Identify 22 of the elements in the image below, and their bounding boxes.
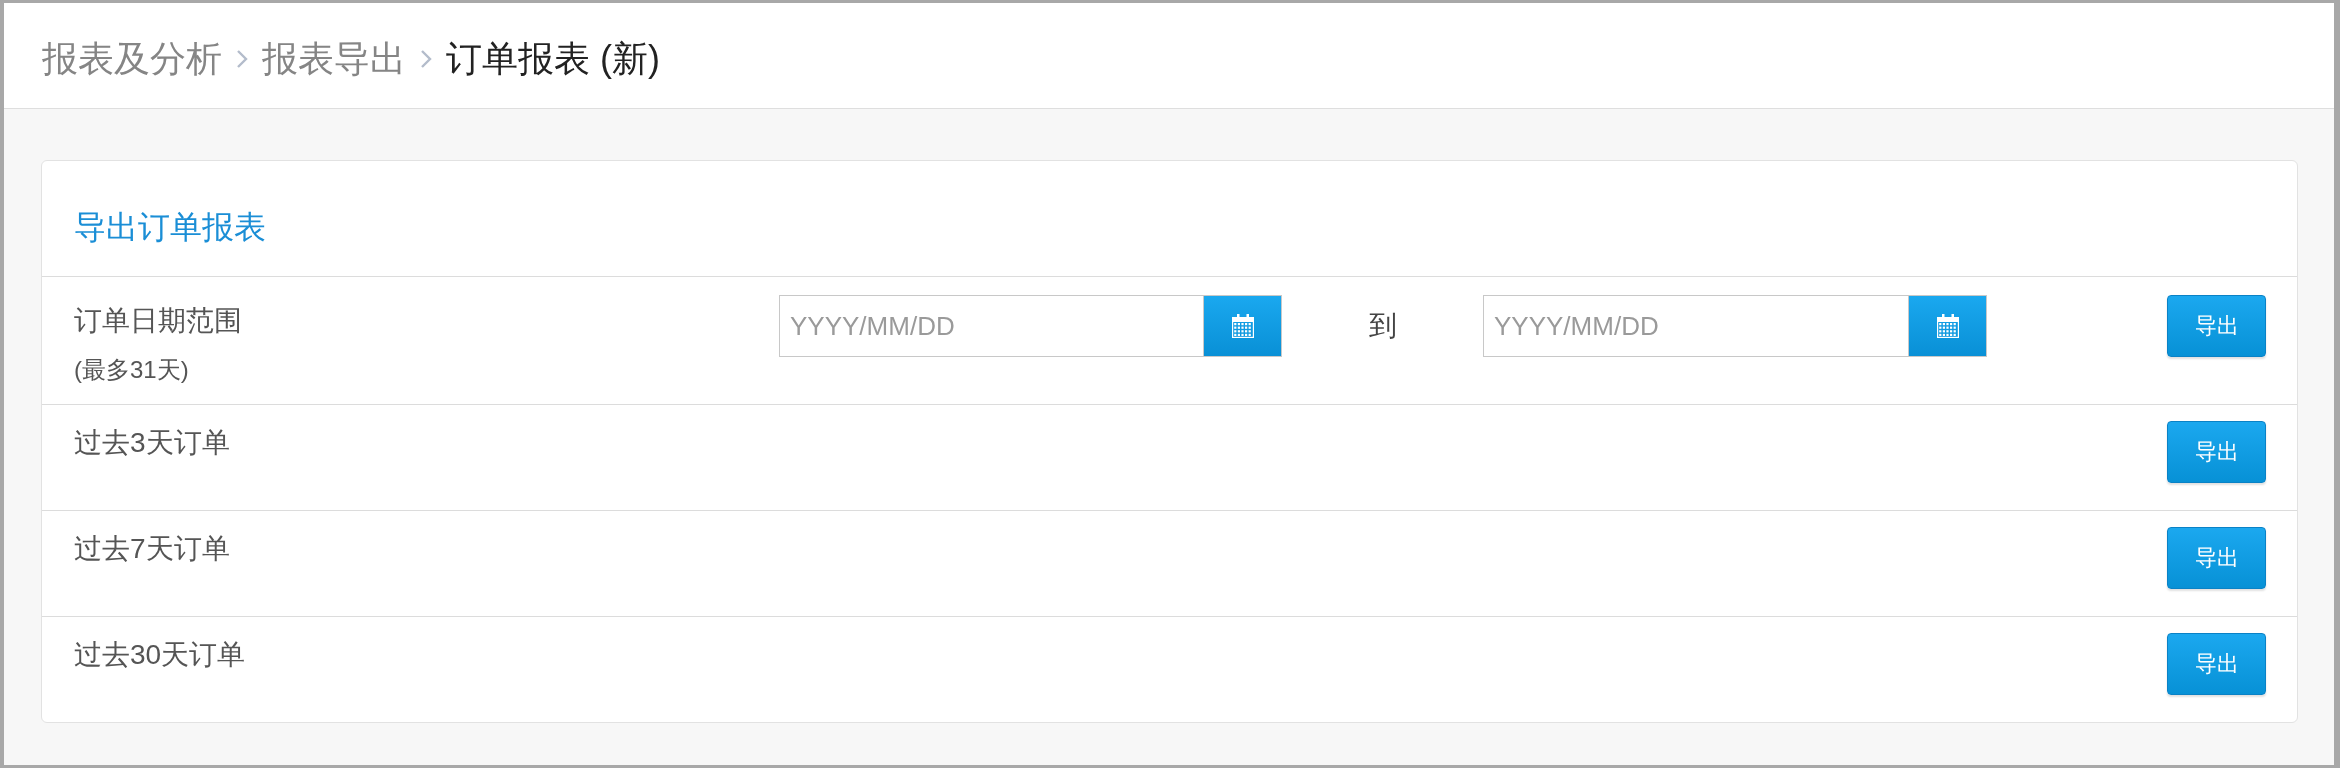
breadcrumb-current: 订单报表 (新) xyxy=(446,36,660,81)
chevron-icon xyxy=(236,48,248,69)
breadcrumb-link[interactable]: 报表及分析 xyxy=(42,36,222,81)
to-label: 到 xyxy=(1368,309,1397,343)
calendar-icon xyxy=(1231,314,1254,338)
export-button[interactable]: 导出 xyxy=(2167,633,2266,695)
export-button[interactable]: 导出 xyxy=(2167,295,2266,357)
chevron-icon xyxy=(420,48,432,69)
card-title: 导出订单报表 xyxy=(74,209,266,245)
export-button[interactable]: 导出 xyxy=(2167,527,2266,589)
calendar-icon xyxy=(1936,314,1959,338)
row-label: 过去3天订单 xyxy=(74,426,230,460)
row-label: 过去7天订单 xyxy=(74,532,230,566)
export-button[interactable]: 导出 xyxy=(2167,421,2266,483)
row-label: 订单日期范围 xyxy=(74,304,242,338)
row-label: 过去30天订单 xyxy=(74,638,246,672)
date-input[interactable]: YYYY/MM/DD xyxy=(1483,295,1908,357)
breadcrumb-link[interactable]: 报表导出 xyxy=(262,36,406,81)
range-note: (最多31天) xyxy=(74,355,189,385)
date-input[interactable]: YYYY/MM/DD xyxy=(779,295,1203,357)
calendar-button[interactable] xyxy=(1908,295,1987,357)
calendar-button[interactable] xyxy=(1203,295,1282,357)
